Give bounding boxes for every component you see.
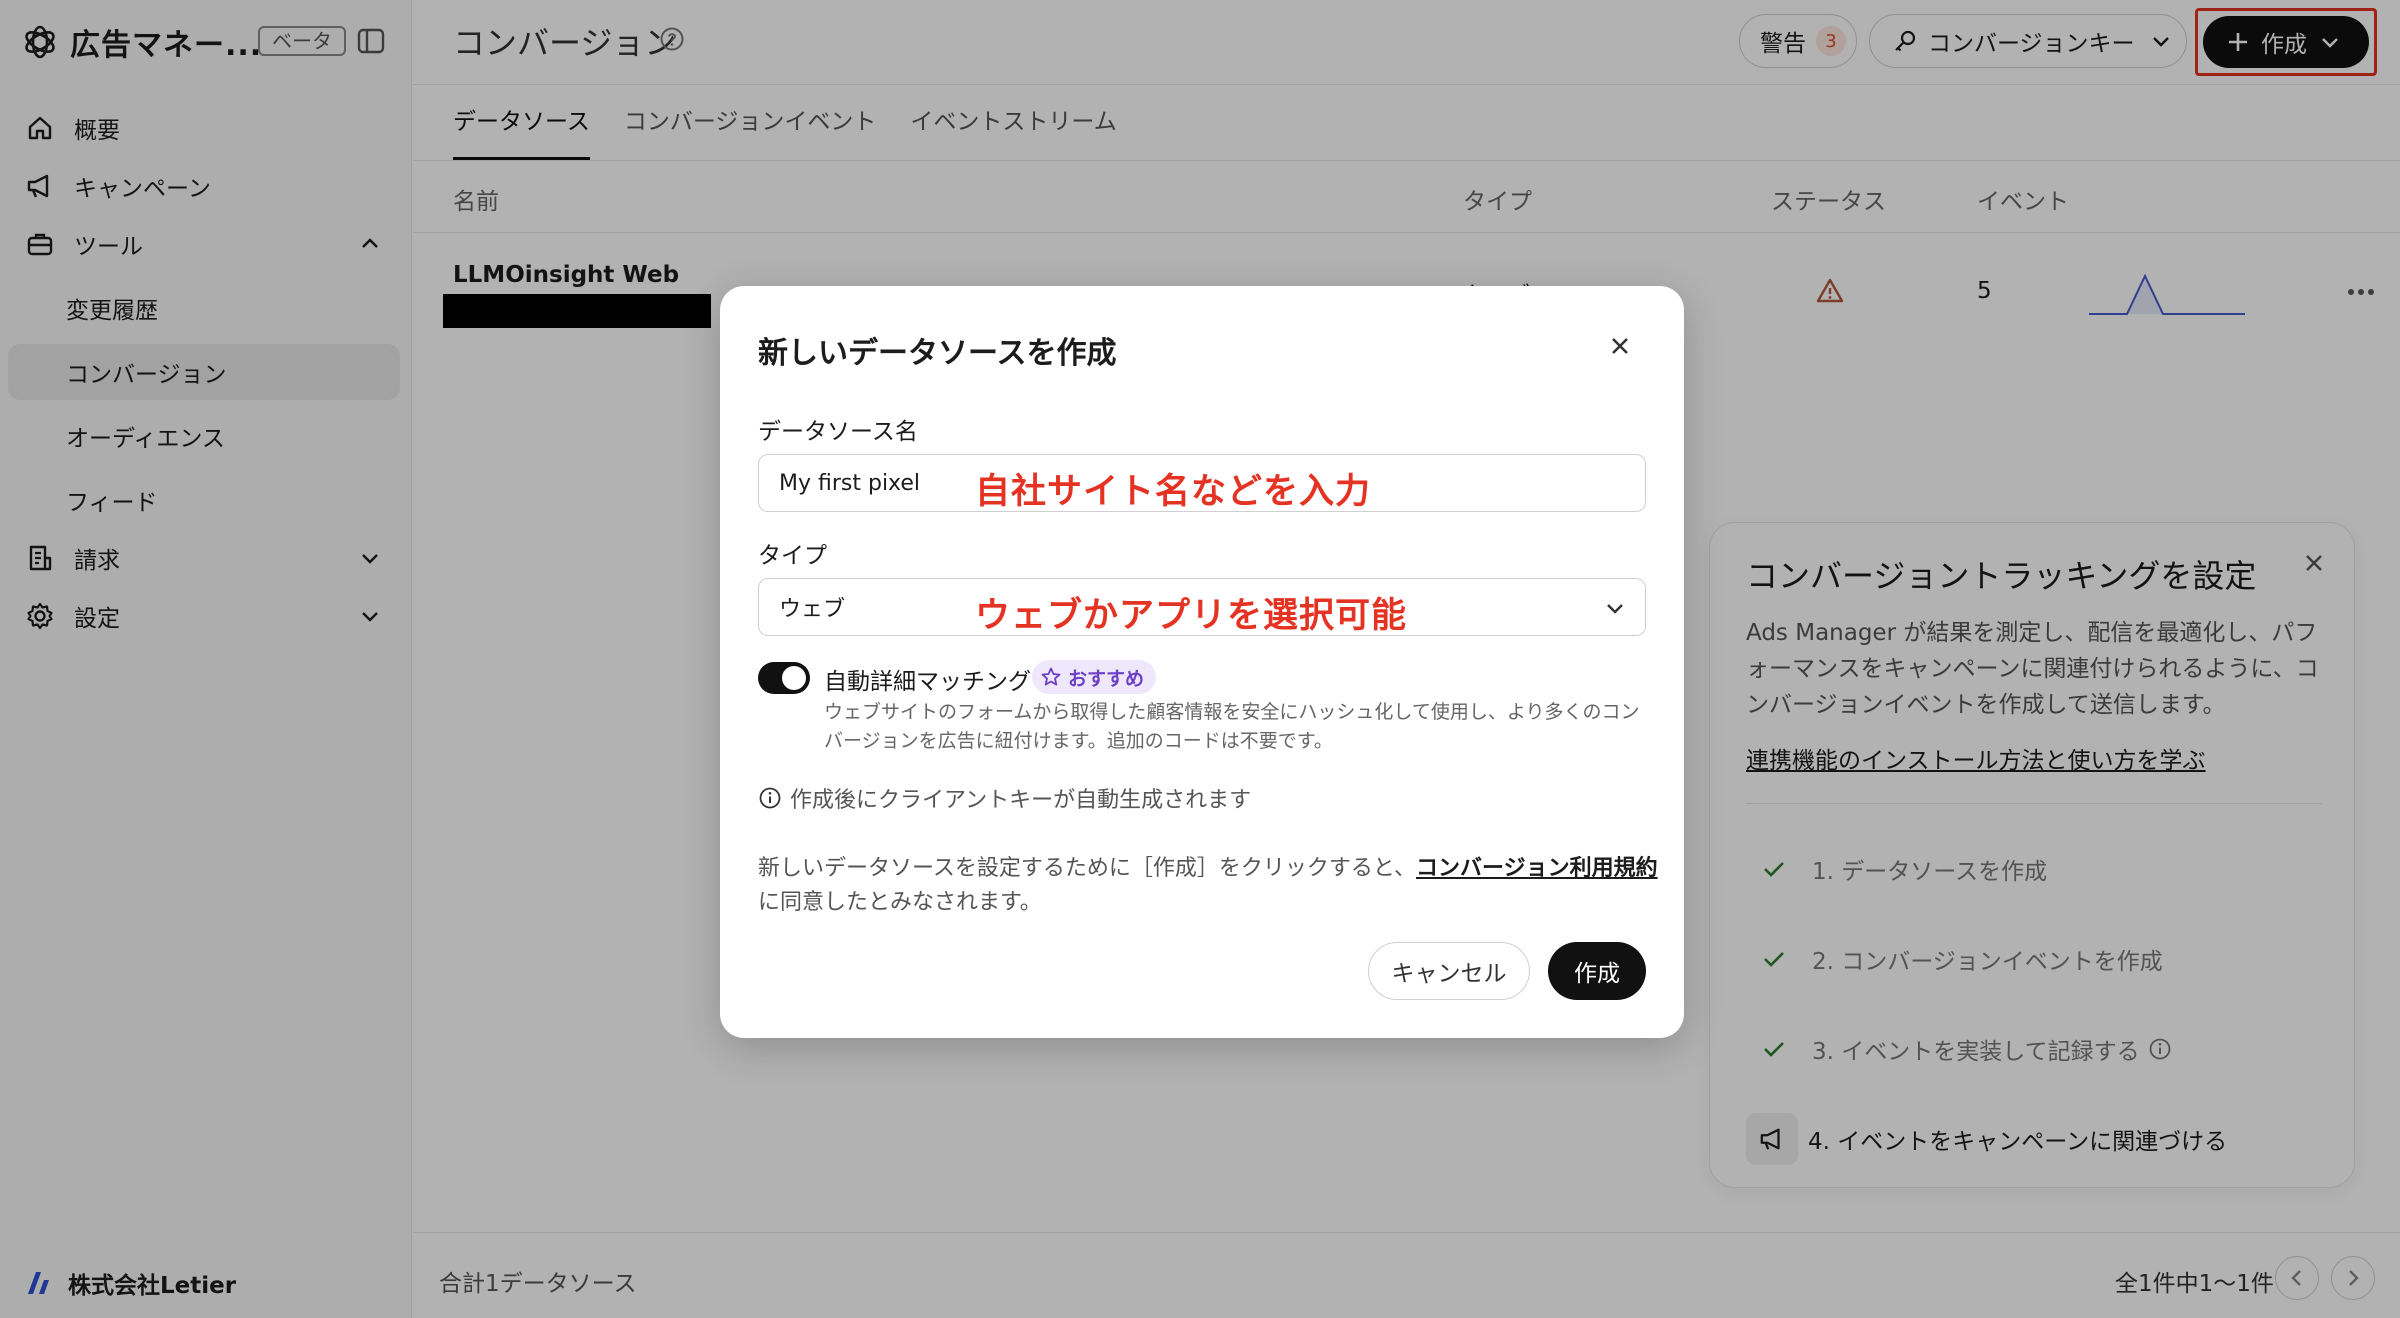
name-annotation: 自社サイト名などを入力 <box>975 472 1372 512</box>
auto-matching-description: ウェブサイトのフォームから取得した顧客情報を安全にハッシュ化して使用し、より多く… <box>824 701 1640 752</box>
terms-text: 新しいデータソースを設定するために［作成］をクリックすると、コンバージョン利用規… <box>758 852 1658 920</box>
cancel-button[interactable]: キャンセル <box>1368 942 1530 1000</box>
client-key-notice: 作成後にクライアントキーが自動生成されます <box>758 782 1251 814</box>
recommended-badge: おすすめ <box>1032 660 1157 694</box>
type-select-value: ウェブ <box>779 597 846 622</box>
data-source-name-label: データソース名 <box>758 419 918 445</box>
data-source-name-input[interactable]: My first pixel 自社サイト名などを入力 <box>758 454 1646 512</box>
auto-matching-toggle[interactable] <box>758 662 810 694</box>
create-data-source-dialog: 新しいデータソースを作成 データソース名 My first pixel 自社サイ… <box>720 286 1684 1038</box>
terms-prefix: 新しいデータソースを設定するために［作成］をクリックすると、 <box>758 856 1417 881</box>
toggle-knob <box>782 666 806 690</box>
info-icon <box>759 787 781 809</box>
recommended-label: おすすめ <box>1068 667 1145 690</box>
data-source-name-value: My first pixel <box>779 470 921 496</box>
close-icon[interactable] <box>1604 330 1636 362</box>
submit-create-button[interactable]: 作成 <box>1548 942 1646 1000</box>
client-key-notice-text: 作成後にクライアントキーが自動生成されます <box>790 788 1252 813</box>
terms-link[interactable]: コンバージョン利用規約 <box>1416 856 1658 881</box>
type-annotation: ウェブかアプリを選択可能 <box>975 596 1408 636</box>
chevron-down-icon <box>1607 604 1623 614</box>
terms-suffix: に同意したとみなされます。 <box>758 890 1042 915</box>
type-label: タイプ <box>758 543 827 569</box>
dialog-title: 新しいデータソースを作成 <box>758 336 1117 371</box>
star-icon <box>1041 667 1061 686</box>
type-select[interactable]: ウェブ ウェブかアプリを選択可能 <box>758 578 1646 636</box>
auto-matching-label: 自動詳細マッチング <box>824 669 1031 695</box>
